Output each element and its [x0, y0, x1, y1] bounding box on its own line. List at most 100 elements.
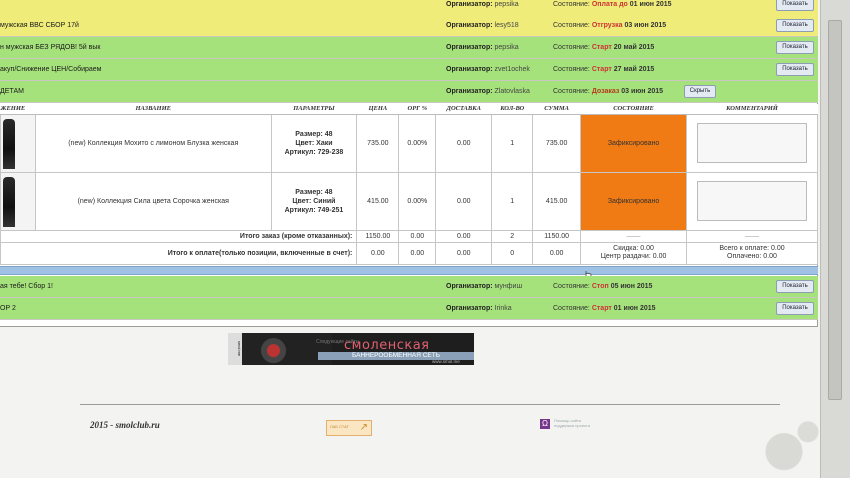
banner-side-label: smol.me — [228, 333, 242, 365]
order-row: н мужская БЕЗ РЯДОВ! 5й вык Организатор:… — [0, 37, 818, 59]
product-params: Размер: 48 Цвет: Хаки Артикул: 729-238 — [270, 113, 358, 173]
comment-cell — [685, 113, 819, 173]
order-name[interactable]: мужская ВВС СБОР 17й — [0, 22, 79, 29]
price: 735.00 — [356, 113, 400, 173]
order-row-expanded: ДЕТАМ Организатор: Zlatovlaska Состояние… — [0, 81, 818, 103]
pay-price: 0.00 — [356, 241, 400, 265]
organizer: Организатор: Zlatovlaska — [446, 88, 530, 95]
order-name[interactable]: ДЕТАМ — [0, 88, 24, 95]
order-state: Состояние: Отгрузка 03 июн 2015 — [553, 22, 667, 29]
col-header: ПАРАМЕТРЫ — [271, 104, 357, 115]
show-button[interactable]: Показать — [776, 63, 814, 76]
col-header: ЖЕНИЕ — [0, 104, 36, 115]
pay-sum: 0.00 — [532, 241, 582, 265]
counter-badge[interactable]: ЛАБ СТАТ ↗ — [326, 420, 372, 436]
status-badge: Зафиксировано — [580, 113, 687, 173]
order-state: Состояние: Старт 20 май 2015 — [553, 44, 655, 51]
paid: Оплачено: 0.00 — [727, 253, 777, 260]
show-button[interactable]: Показать — [776, 302, 814, 315]
show-button[interactable]: Показать — [776, 41, 814, 54]
organizer: Организатор: pepsika — [446, 1, 519, 8]
organizer: Организатор: zvet1ochek — [446, 66, 530, 73]
banner-title: смоленская — [344, 338, 430, 353]
help-link[interactable]: Помощь сайта поддержка проекта — [554, 418, 590, 428]
order-name[interactable]: ОР 2 — [0, 305, 16, 312]
pay-delivery: 0.00 — [435, 241, 493, 265]
scrollbar-thumb[interactable] — [828, 20, 842, 400]
show-button[interactable]: Показать — [776, 19, 814, 32]
total-to-pay: Всего к оплате: 0.00 — [719, 245, 785, 252]
total-pay-label: Итого к оплате(только позиции, включенны… — [0, 241, 358, 265]
smolensk-banner-ad[interactable]: smol.me Следующие сайты смоленская БАННЕ… — [228, 333, 474, 365]
banner-image — [242, 333, 332, 365]
order-state: Состояние: Старт 27 май 2015 — [553, 66, 655, 73]
col-header: ЦЕНА — [356, 104, 399, 115]
total-qty: 2 — [491, 229, 534, 243]
show-button[interactable]: Показать — [776, 280, 814, 293]
section-divider — [0, 266, 818, 275]
order-state: Состояние: Стоп 05 июн 2015 — [553, 283, 653, 290]
org-percent: 0.00% — [398, 171, 437, 231]
order-row: акуп/Снижение ЦЕН/Собираем Организатор: … — [0, 59, 818, 81]
pay-discount-cell: Скидка: 0.00 Центр раздачи: 0.00 — [580, 241, 687, 265]
col-header: СОСТОЯНИЕ — [580, 104, 687, 115]
order-row: ОР 2 Организатор: Irinka Состояние: Стар… — [0, 298, 818, 320]
order-name[interactable]: акуп/Снижение ЦЕН/Собираем — [0, 66, 102, 73]
comment-field[interactable] — [696, 181, 807, 221]
arrow-icon: ↗ — [359, 422, 368, 433]
total-pay-row: Итого к оплате(только позиции, включенны… — [0, 241, 819, 265]
omega-icon[interactable]: Ω — [540, 419, 550, 429]
table-row: (new) Коллекция Сила цвета Сорочка женск… — [0, 171, 819, 231]
col-header: КОММЕНТАРИЙ — [686, 104, 818, 115]
hide-button[interactable]: Скрыть — [684, 85, 716, 98]
vertical-scrollbar[interactable] — [820, 0, 850, 478]
product-photo[interactable] — [0, 171, 36, 231]
comment-cell — [685, 171, 819, 231]
product-name[interactable]: (new) Коллекция Мохито с лимоном Блузка … — [34, 113, 272, 173]
sum: 415.00 — [532, 171, 582, 231]
col-header: КОЛ-ВО — [491, 104, 533, 115]
discount: Скидка: 0.00 — [613, 245, 654, 252]
status-badge: Зафиксировано — [580, 171, 687, 231]
pay-total-cell: Всего к оплате: 0.00 Оплачено: 0.00 — [685, 241, 819, 265]
order-name[interactable]: н мужская БЕЗ РЯДОВ! 5й вык — [0, 44, 100, 51]
pay-qty: 0 — [491, 241, 534, 265]
organizer: Организатор: pepsika — [446, 44, 519, 51]
organizer: Организатор: Irinka — [446, 305, 512, 312]
product-photo[interactable] — [0, 113, 36, 173]
organizer: Организатор: мунфиш — [446, 283, 523, 290]
total-state: —— — [580, 229, 687, 243]
order-name[interactable]: ая тебе! Сбор 1! — [0, 283, 53, 290]
total-order-row: Итого заказ (кроме отказанных): 1150.00 … — [0, 229, 819, 243]
total-order-label: Итого заказ (кроме отказанных): — [0, 229, 358, 243]
product-name[interactable]: (new) Коллекция Сила цвета Сорочка женск… — [34, 171, 272, 231]
price: 415.00 — [356, 171, 400, 231]
total-comment: —— — [685, 229, 819, 243]
col-header: НАЗВАНИЕ — [35, 104, 271, 115]
product-params: Размер: 48 Цвет: Синий Артикул: 749-251 — [270, 171, 358, 231]
org-percent: 0.00% — [398, 113, 437, 173]
table-row: (new) Коллекция Мохито с лимоном Блузка … — [0, 113, 819, 173]
total-delivery: 0.00 — [435, 229, 493, 243]
banner-url: www.smol.me — [432, 359, 460, 364]
order-row: мужская ВВС СБОР 17й Организатор: lesy51… — [0, 15, 818, 37]
orders-panel: Организатор: pepsika Состояние: Оплата д… — [0, 0, 819, 327]
distribution-center: Центр раздачи: 0.00 — [600, 253, 667, 260]
order-items-table: ЖЕНИЕ НАЗВАНИЕ ПАРАМЕТРЫ ЦЕНА ОРГ % ДОСТ… — [0, 104, 819, 265]
delivery: 0.00 — [435, 171, 493, 231]
copyright: 2015 - smolclub.ru — [90, 420, 160, 430]
delivery: 0.00 — [435, 113, 493, 173]
order-row: ая тебе! Сбор 1! Организатор: мунфиш Сос… — [0, 276, 818, 298]
table-header-row: ЖЕНИЕ НАЗВАНИЕ ПАРАМЕТРЫ ЦЕНА ОРГ % ДОСТ… — [0, 104, 818, 115]
order-row: Организатор: pepsika Состояние: Оплата д… — [0, 0, 818, 16]
pay-org: 0.00 — [398, 241, 437, 265]
order-state: Состояние: Старт 01 июн 2015 — [553, 305, 656, 312]
page: Организатор: pepsika Состояние: Оплата д… — [0, 0, 820, 478]
total-sum: 1150.00 — [532, 229, 582, 243]
total-price: 1150.00 — [356, 229, 400, 243]
sum: 735.00 — [532, 113, 582, 173]
show-button[interactable]: Показать — [776, 0, 814, 11]
background-decoration — [700, 412, 820, 478]
col-header: ДОСТАВКА — [435, 104, 492, 115]
comment-field[interactable] — [696, 123, 807, 163]
